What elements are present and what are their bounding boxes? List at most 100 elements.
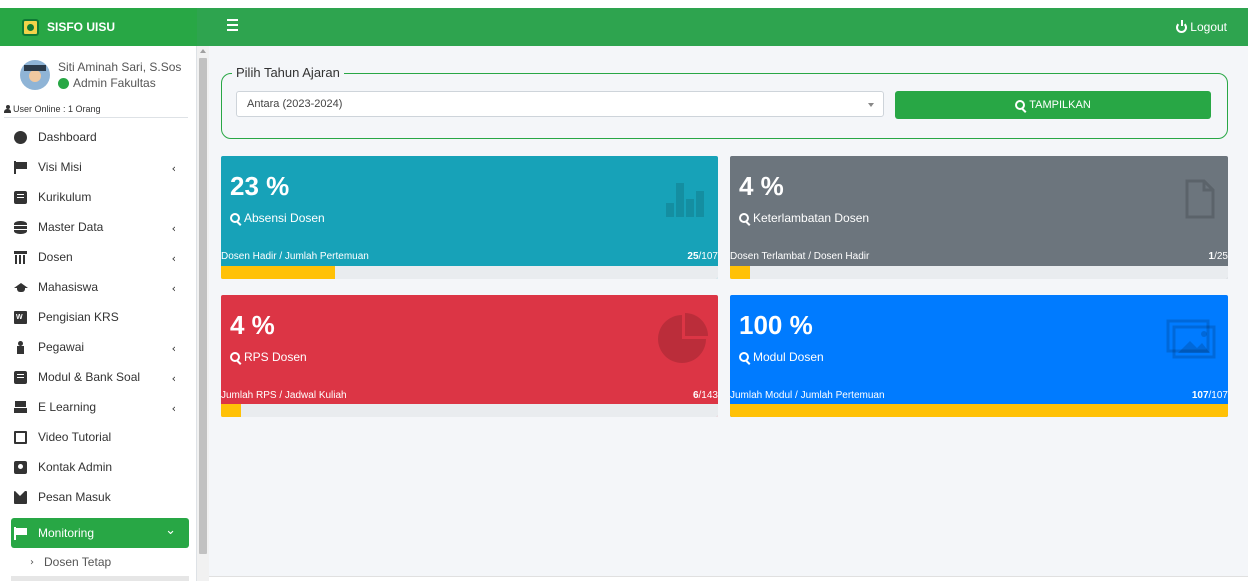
power-icon [1176, 19, 1188, 33]
card-fraction-den: /107 [698, 251, 718, 262]
user-icon [4, 105, 11, 113]
card-label-text: Absensi Dosen [244, 211, 325, 225]
user-panel: Siti Aminah Sari, S.Sos Admin Fakultas [0, 56, 190, 104]
search-icon [739, 213, 749, 223]
sidebar-item-master-data[interactable]: Master Data ‹ [11, 212, 189, 242]
card-rps-dosen[interactable]: 4 % RPS Dosen Jumlah RPS / Jadwal Kuliah… [221, 295, 718, 417]
sidebar-item-dosen[interactable]: Dosen ‹ [11, 242, 189, 272]
progress-bar [730, 266, 1228, 279]
card-value: 4 % [739, 171, 784, 201]
sidebar-item-label: Dosen [38, 250, 73, 264]
tahun-ajaran-select[interactable]: Antara (2023-2024) [236, 91, 884, 117]
card-label-text: Keterlambatan Dosen [753, 211, 870, 225]
progress-bar [730, 404, 1228, 417]
card-fraction: 25/107 [687, 251, 718, 262]
sidebar-menu: Dashboard Visi Misi ‹ Kurikulum Master D… [11, 122, 189, 576]
caret-down-icon [868, 103, 874, 107]
sidebar-item-kurikulum[interactable]: Kurikulum [11, 182, 189, 212]
card-label-text: Modul Dosen [753, 350, 824, 364]
card-label: RPS Dosen [230, 350, 307, 364]
flag-icon [14, 526, 27, 540]
dashboard-icon [14, 130, 27, 144]
pie-chart-icon [658, 313, 708, 363]
progress-fill [730, 404, 1228, 417]
search-icon [230, 213, 240, 223]
card-fraction-den: /25 [1214, 251, 1228, 262]
contact-icon [14, 460, 27, 474]
university-icon [14, 250, 27, 264]
sidebar-subitem-dosen-tetap[interactable]: › Dosen Tetap [11, 548, 189, 576]
monitor-icon [14, 430, 27, 444]
progress-bar [221, 266, 718, 279]
database-icon [14, 220, 27, 234]
sidebar-item-e-learning[interactable]: E Learning ‹ [11, 392, 189, 422]
card-label-text: RPS Dosen [244, 350, 307, 364]
card-fraction: 107/107 [1192, 390, 1228, 401]
card-keterlambatan-dosen[interactable]: 4 % Keterlambatan Dosen Dosen Terlambat … [730, 156, 1228, 279]
progress-fill [730, 266, 750, 279]
sidebar-item-label: Pesan Masuk [38, 490, 111, 504]
avatar [20, 60, 50, 90]
sidebar-item-pengisian-krs[interactable]: Pengisian KRS [11, 302, 189, 332]
hamburger-menu-icon[interactable] [227, 19, 238, 33]
progress-fill [221, 404, 241, 417]
online-users-label: User Online : 1 Orang [13, 104, 101, 114]
card-value: 23 % [230, 171, 290, 201]
card-value: 4 % [230, 310, 275, 340]
sidebar-item-label: Dashboard [38, 130, 97, 144]
card-label: Keterlambatan Dosen [739, 211, 869, 225]
card-absensi-dosen[interactable]: 23 % Absensi Dosen Dosen Hadir / Jumlah … [221, 156, 718, 279]
sidebar: Siti Aminah Sari, S.Sos Admin Fakultas U… [0, 46, 197, 581]
scrollbar-thumb[interactable] [199, 58, 207, 554]
tampilkan-button[interactable]: TAMPILKAN [895, 91, 1211, 119]
person-icon [14, 340, 27, 354]
chevron-left-icon: ‹ [171, 402, 176, 415]
file-icon [1185, 179, 1215, 219]
sidebar-item-mahasiswa[interactable]: Mahasiswa ‹ [11, 272, 189, 302]
sidebar-item-visi-misi[interactable]: Visi Misi ‹ [11, 152, 189, 182]
sidebar-item-label: Visi Misi [38, 160, 82, 174]
online-status-icon [58, 77, 69, 89]
card-label: Modul Dosen [739, 350, 824, 364]
brand[interactable]: SISFO UISU [0, 8, 197, 46]
sidebar-item-label: Modul & Bank Soal [38, 370, 141, 384]
sidebar-item-label: Pegawai [38, 340, 85, 354]
sidebar-item-dashboard[interactable]: Dashboard [11, 122, 189, 152]
chevron-left-icon: ‹ [171, 342, 176, 355]
search-icon [230, 352, 240, 362]
book-icon [14, 370, 27, 384]
select-value: Antara (2023-2024) [247, 98, 343, 110]
chevron-left-icon: ‹ [171, 372, 176, 385]
divider [4, 117, 188, 118]
chevron-left-icon: ‹ [171, 282, 176, 295]
sidebar-item-video-tutorial[interactable]: Video Tutorial [11, 422, 189, 452]
sidebar-next-item [11, 576, 189, 581]
chevron-left-icon: ‹ [171, 222, 176, 235]
bar-chart-icon [666, 183, 704, 217]
progress-fill [221, 266, 336, 279]
card-fraction-num: 107 [1191, 390, 1209, 401]
sidebar-item-pegawai[interactable]: Pegawai ‹ [11, 332, 189, 362]
card-fraction: 6/143 [693, 390, 718, 401]
sidebar-item-label: Video Tutorial [38, 430, 112, 444]
sidebar-item-pesan-masuk[interactable]: Pesan Masuk [11, 482, 189, 512]
sidebar-item-monitoring[interactable]: Monitoring ⌄ [11, 518, 189, 548]
sidebar-scrollbar[interactable] [197, 46, 209, 581]
sidebar-item-modul-bank-soal[interactable]: Modul & Bank Soal ‹ [11, 362, 189, 392]
sidebar-item-kontak-admin[interactable]: Kontak Admin [11, 452, 189, 482]
search-icon [739, 352, 749, 362]
scroll-up-icon[interactable] [200, 49, 206, 53]
sidebar-item-label: Master Data [38, 220, 104, 234]
card-fraction-num: 25 [687, 251, 699, 262]
sidebar-subitem-label: Dosen Tetap [44, 555, 112, 569]
book-icon [14, 190, 27, 204]
logout-button[interactable]: Logout [1176, 19, 1227, 34]
top-navbar: SISFO UISU Logout [0, 8, 1248, 46]
card-modul-dosen[interactable]: 100 % Modul Dosen Jumlah Modul / Jumlah … [730, 295, 1228, 417]
user-name: Siti Aminah Sari, S.Sos [58, 60, 182, 74]
logout-label: Logout [1190, 20, 1227, 34]
sidebar-item-label: E Learning [38, 400, 97, 414]
card-fraction-den: /107 [1208, 390, 1228, 401]
chevron-left-icon: ‹ [171, 162, 176, 175]
card-footer: Dosen Hadir / Jumlah Pertemuan [221, 251, 369, 262]
